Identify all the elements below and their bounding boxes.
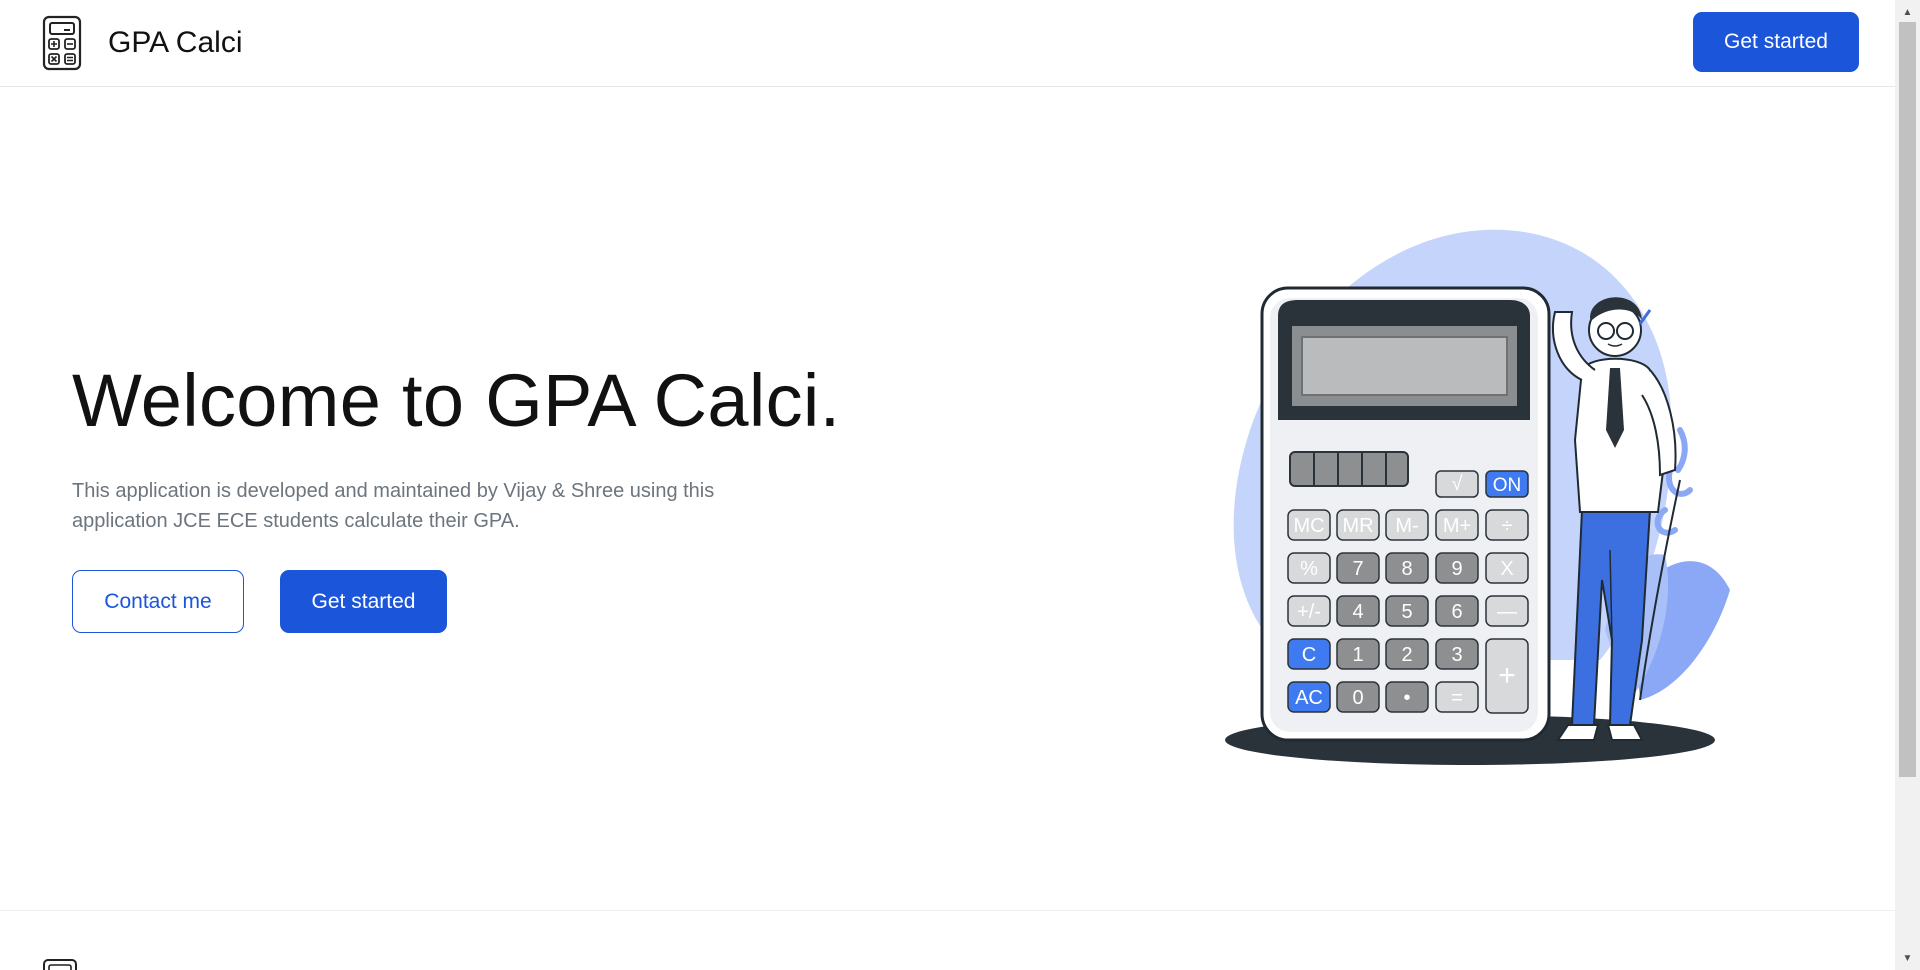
svg-text:+: +	[1498, 659, 1516, 692]
get-started-hero-button[interactable]: Get started	[280, 570, 447, 633]
hero-title: Welcome to GPA Calci.	[72, 359, 841, 442]
svg-text:0: 0	[1352, 687, 1363, 709]
section-divider	[0, 910, 1895, 911]
svg-text:=: =	[1451, 687, 1463, 709]
svg-text:7: 7	[1352, 558, 1363, 580]
svg-text:AC: AC	[1295, 687, 1323, 709]
svg-text:√: √	[1452, 473, 1463, 495]
svg-text:—: —	[1497, 601, 1517, 623]
svg-text:MR: MR	[1342, 515, 1373, 537]
svg-text:M+: M+	[1443, 515, 1471, 537]
man-leaning-on-calculator-illustration: √ ON MC MR M- M+ ÷ % 7 8 9 X +/- 4 5 6 —…	[1225, 229, 1730, 765]
scrollbar-thumb[interactable]	[1899, 22, 1916, 777]
svg-text:5: 5	[1401, 601, 1412, 623]
calculator-icon	[42, 15, 82, 71]
svg-text:3: 3	[1451, 644, 1462, 666]
svg-text:MC: MC	[1293, 515, 1324, 537]
contact-me-button[interactable]: Contact me	[72, 570, 244, 633]
navbar: GPA Calci Get started	[0, 0, 1895, 87]
get-started-nav-button[interactable]: Get started	[1693, 12, 1859, 72]
svg-text:•: •	[1403, 687, 1410, 709]
scroll-up-arrow-icon[interactable]: ▲	[1895, 2, 1920, 22]
svg-text:8: 8	[1401, 558, 1412, 580]
svg-text:4: 4	[1352, 601, 1363, 623]
vertical-scrollbar[interactable]: ▲ ▼	[1895, 0, 1920, 970]
svg-text:9: 9	[1451, 558, 1462, 580]
brand[interactable]: GPA Calci	[42, 14, 243, 72]
svg-text:M-: M-	[1395, 515, 1418, 537]
brand-name: GPA Calci	[108, 26, 243, 59]
svg-text:2: 2	[1401, 644, 1412, 666]
svg-text:C: C	[1302, 644, 1316, 666]
svg-text:X: X	[1500, 558, 1513, 580]
svg-text:÷: ÷	[1502, 515, 1513, 537]
svg-text:%: %	[1300, 558, 1318, 580]
svg-text:6: 6	[1451, 601, 1462, 623]
hero-actions: Contact me Get started	[72, 570, 447, 633]
svg-text:+/-: +/-	[1297, 601, 1321, 623]
page: GPA Calci Get started Welcome to GPA Cal…	[0, 0, 1920, 970]
svg-text:ON: ON	[1493, 475, 1522, 496]
svg-text:1: 1	[1352, 644, 1363, 666]
hero-description: This application is developed and mainta…	[72, 480, 715, 532]
footer-calculator-icon	[42, 958, 78, 970]
scroll-down-arrow-icon[interactable]: ▼	[1895, 948, 1920, 968]
